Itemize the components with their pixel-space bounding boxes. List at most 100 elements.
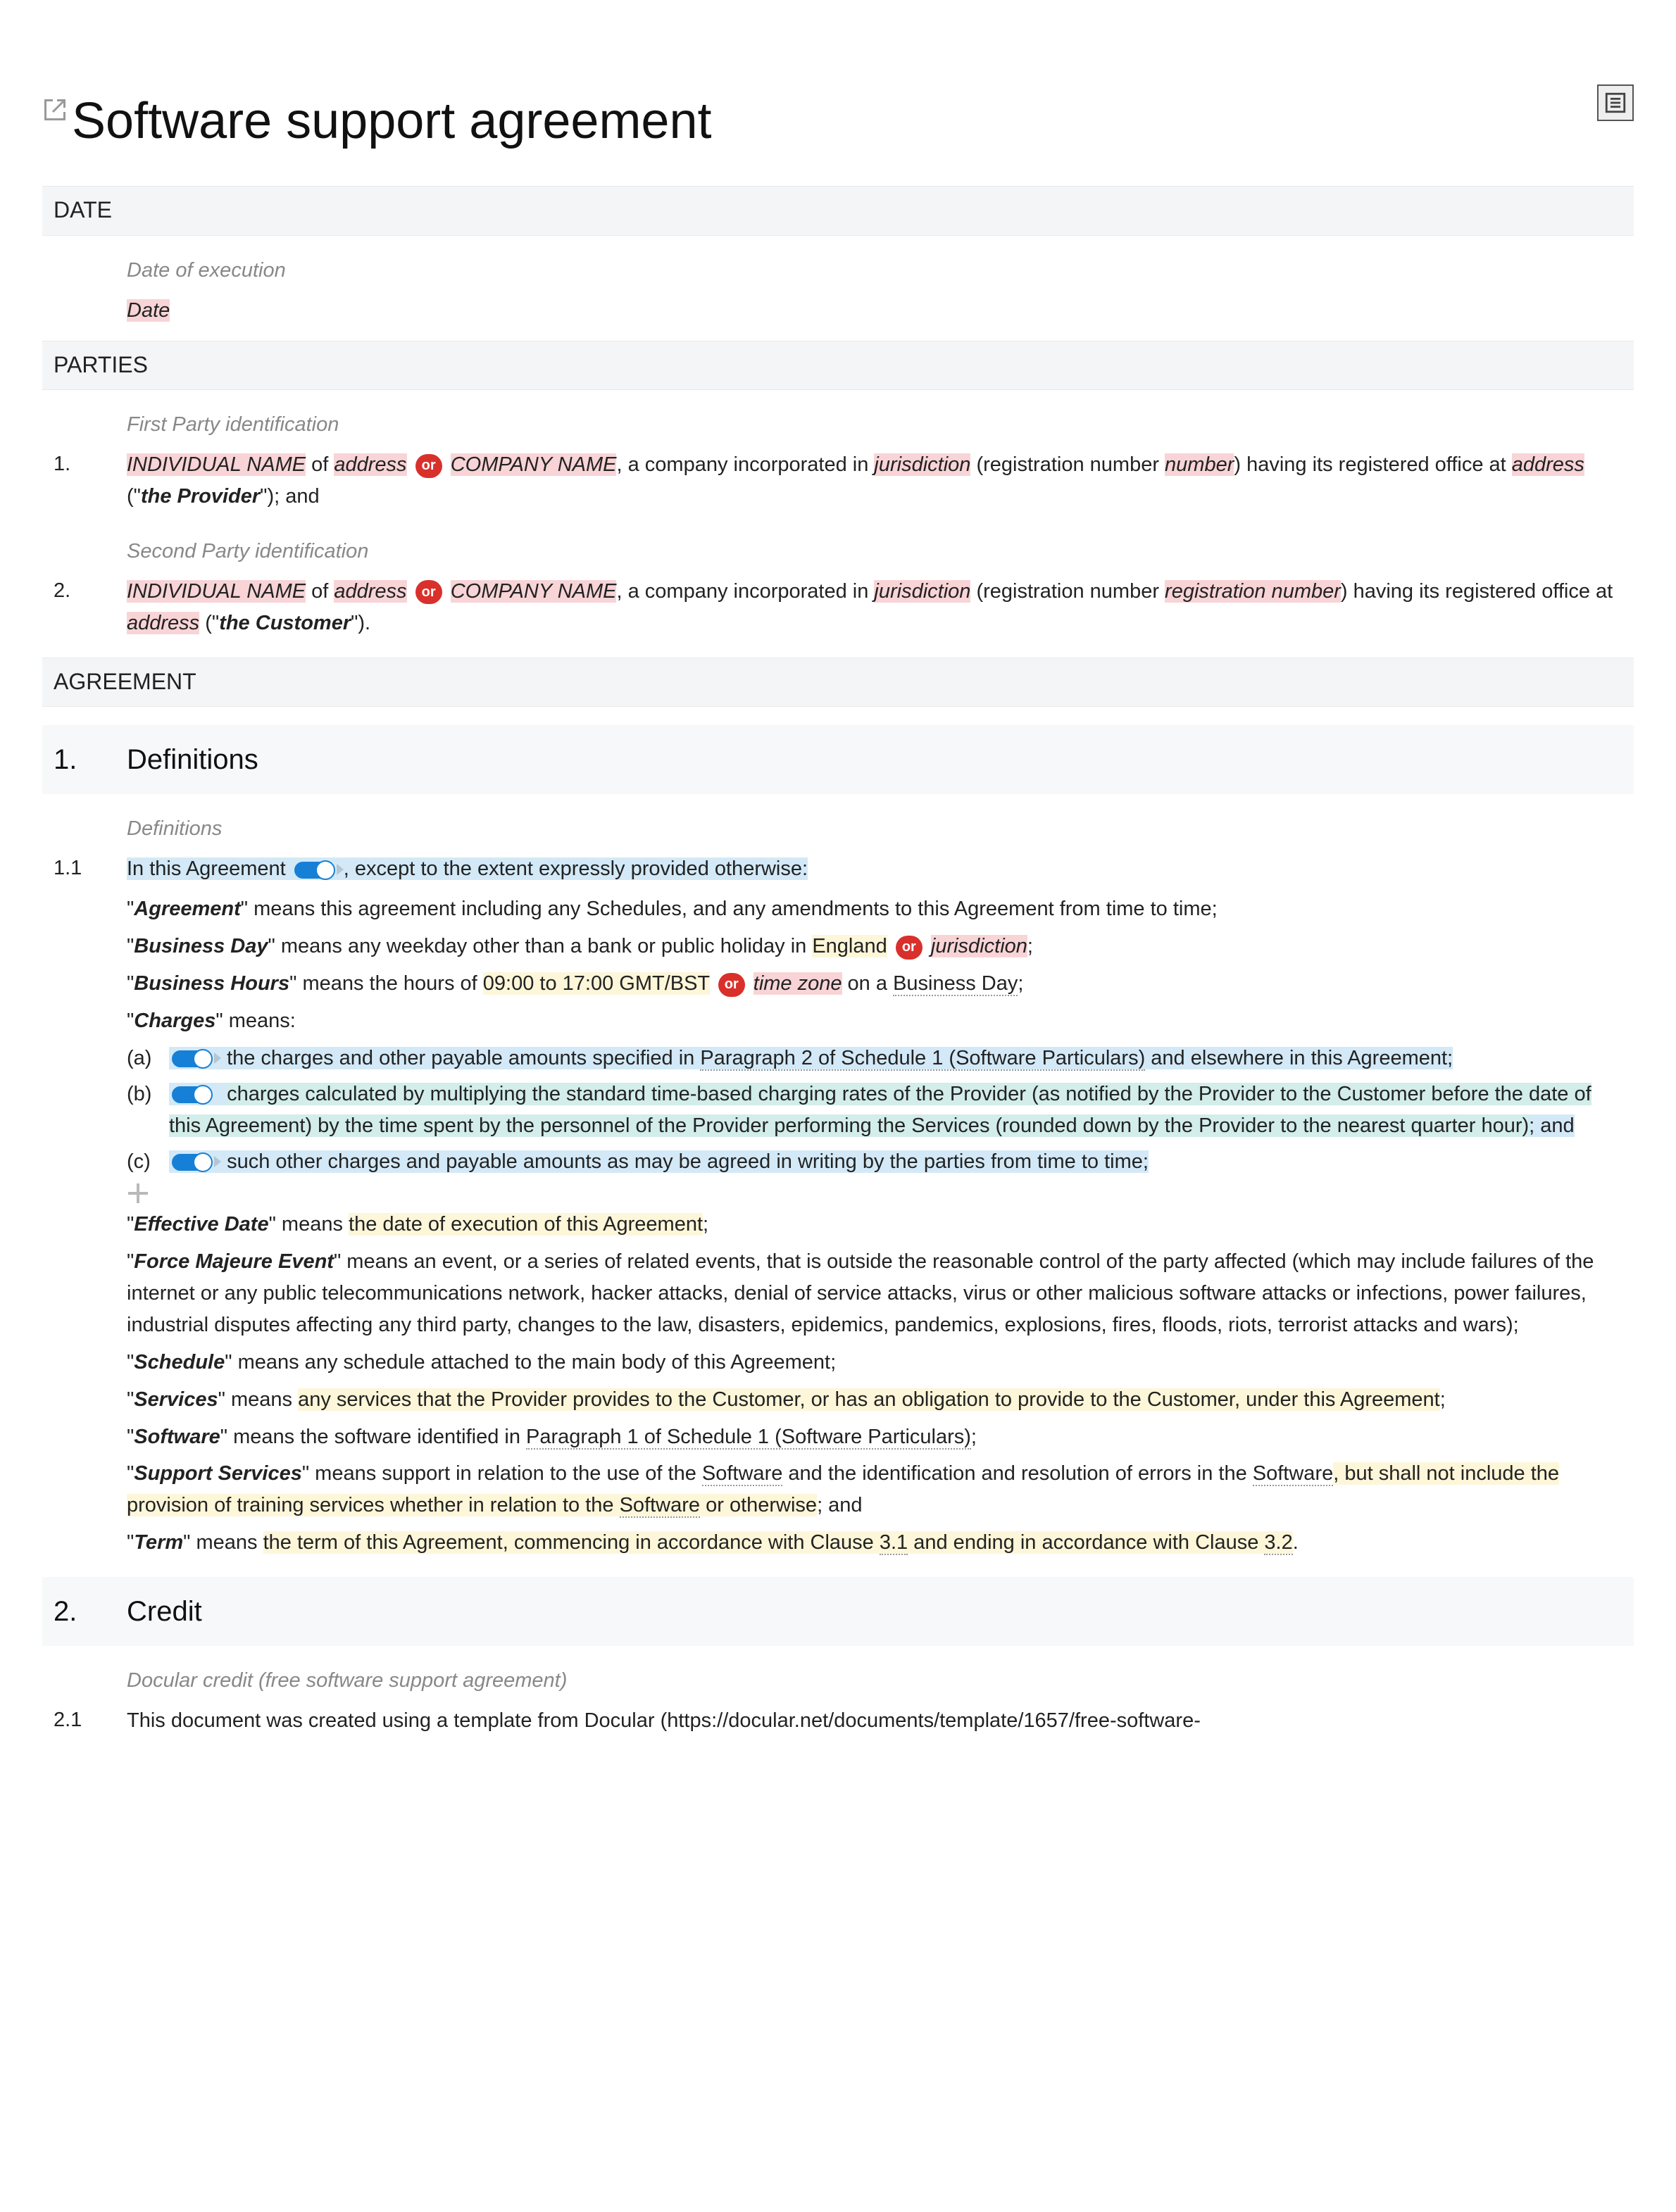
- section-title-credit: Credit: [127, 1591, 202, 1632]
- clause-intro-pre: In this Agreement , except to the extent…: [127, 857, 808, 880]
- party-body: INDIVIDUAL NAME of address or COMPANY NA…: [127, 449, 1622, 513]
- or-pill[interactable]: or: [896, 936, 923, 960]
- definition-business-hours: "Business Hours" means the hours of 09:0…: [127, 968, 1622, 1000]
- clause-number: 1.1: [54, 853, 127, 885]
- term-business-day: Business Day: [134, 935, 268, 957]
- external-link-icon: [42, 97, 68, 122]
- definition-schedule: "Schedule" means any schedule attached t…: [127, 1347, 1622, 1378]
- xref-software[interactable]: Software: [1253, 1462, 1333, 1486]
- list-letter: (c): [127, 1146, 169, 1178]
- document-title: Software support agreement: [72, 84, 712, 158]
- definition-effective-date: "Effective Date" means the date of execu…: [127, 1209, 1622, 1240]
- toggle-switch[interactable]: [172, 1084, 218, 1105]
- or-pill[interactable]: or: [415, 580, 442, 604]
- term-business-hours: Business Hours: [134, 972, 289, 995]
- xref-software[interactable]: Software: [702, 1462, 782, 1486]
- party-number: 1.: [54, 449, 127, 513]
- add-item-icon[interactable]: [127, 1182, 149, 1205]
- term-support-services: Support Services: [134, 1462, 302, 1485]
- date-placeholder[interactable]: Date: [127, 299, 170, 322]
- or-pill[interactable]: or: [415, 454, 442, 478]
- company-name-placeholder[interactable]: COMPANY NAME: [451, 580, 617, 603]
- company-name-placeholder[interactable]: COMPANY NAME: [451, 453, 617, 476]
- address-placeholder[interactable]: address: [334, 580, 406, 603]
- definition-software: "Software" means the software identified…: [127, 1421, 1622, 1453]
- chevron-right-icon: [214, 1052, 221, 1064]
- or-pill[interactable]: or: [718, 973, 745, 997]
- definition-business-day: "Business Day" means any weekday other t…: [127, 931, 1622, 962]
- section-number: 2.: [54, 1591, 127, 1632]
- timezone-placeholder[interactable]: time zone: [753, 972, 842, 995]
- term-software: Software: [134, 1426, 220, 1448]
- definition-services: "Services" means any services that the P…: [127, 1384, 1622, 1416]
- term-schedule: Schedule: [134, 1351, 225, 1374]
- jurisdiction-placeholder[interactable]: jurisdiction: [874, 453, 970, 476]
- number-placeholder[interactable]: number: [1165, 453, 1234, 476]
- individual-name-placeholder[interactable]: INDIVIDUAL NAME: [127, 453, 306, 476]
- charges-item-a: (a) the charges and other payable amount…: [127, 1043, 1622, 1074]
- xref-schedule1-p1[interactable]: Paragraph 1 of Schedule 1 (Software Part…: [526, 1426, 971, 1450]
- outline-icon[interactable]: [1597, 84, 1634, 121]
- xref-clause-3-1[interactable]: 3.1: [880, 1531, 908, 1555]
- party-number: 2.: [54, 576, 127, 639]
- address-placeholder[interactable]: address: [127, 612, 199, 634]
- charges-item-c: (c) such other charges and payable amoun…: [127, 1146, 1622, 1178]
- term-agreement: Agreement: [134, 898, 241, 920]
- address-placeholder[interactable]: address: [334, 453, 406, 476]
- section-title-definitions: Definitions: [127, 739, 258, 780]
- role-customer: the Customer: [219, 612, 351, 634]
- address-placeholder[interactable]: address: [1512, 453, 1584, 476]
- xref-schedule1-p2[interactable]: Paragraph 2 of Schedule 1 (Software Part…: [700, 1047, 1145, 1071]
- clause-body: In this Agreement , except to the extent…: [127, 853, 1622, 885]
- definition-support-services: "Support Services" means support in rela…: [127, 1458, 1622, 1521]
- list-letter: (b): [127, 1079, 169, 1142]
- hint-credit: Docular credit (free software support ag…: [42, 1646, 1634, 1701]
- chevron-right-icon: [214, 1156, 221, 1167]
- hint-date: Date of execution: [42, 236, 1634, 291]
- jurisdiction-placeholder[interactable]: jurisdiction: [874, 580, 970, 603]
- charges-b-body: charges calculated by multiplying the st…: [169, 1083, 1591, 1137]
- term-charges: Charges: [134, 1010, 215, 1032]
- definition-charges-lead: "Charges" means:: [127, 1005, 1622, 1037]
- toggle-switch[interactable]: [172, 1152, 218, 1173]
- date-value-row: Date: [127, 295, 1622, 327]
- hint-first-party: First Party identification: [42, 390, 1634, 445]
- section-number: 1.: [54, 739, 127, 780]
- numbered-section-row: 1. Definitions: [42, 725, 1634, 794]
- hours-option[interactable]: 09:00 to 17:00 GMT/BST: [483, 972, 710, 995]
- term-force-majeure: Force Majeure Event: [134, 1250, 334, 1273]
- toggle-switch[interactable]: [172, 1048, 218, 1069]
- xref-business-day[interactable]: Business Day: [893, 972, 1018, 996]
- section-heading-date: DATE: [42, 186, 1634, 235]
- term-services: Services: [134, 1388, 218, 1411]
- toggle-switch[interactable]: [294, 860, 341, 881]
- clause-number: 2.1: [54, 1705, 127, 1737]
- section-heading-agreement: AGREEMENT: [42, 658, 1634, 707]
- xref-clause-3-2[interactable]: 3.2: [1264, 1531, 1292, 1555]
- party-row: 1. INDIVIDUAL NAME of address or COMPANY…: [42, 445, 1634, 517]
- term-term: Term: [134, 1531, 183, 1554]
- hint-definitions: Definitions: [42, 794, 1634, 849]
- section-heading-parties: PARTIES: [42, 341, 1634, 390]
- clause-body: This document was created using a templa…: [127, 1705, 1622, 1737]
- jurisdiction-placeholder[interactable]: jurisdiction: [931, 935, 1027, 957]
- title-row: Software support agreement: [42, 84, 1634, 158]
- role-provider: the Provider: [141, 485, 260, 508]
- england-option[interactable]: England: [812, 935, 887, 957]
- term-effective-date: Effective Date: [134, 1213, 268, 1236]
- xref-software[interactable]: Software: [620, 1494, 700, 1518]
- party-row: 2. INDIVIDUAL NAME of address or COMPANY…: [42, 572, 1634, 643]
- list-letter: (a): [127, 1043, 169, 1074]
- definition-term: "Term" means the term of this Agreement,…: [127, 1527, 1622, 1559]
- numbered-section-row: 2. Credit: [42, 1577, 1634, 1646]
- charges-item-b: (b) charges calculated by multiplying th…: [127, 1079, 1622, 1142]
- individual-name-placeholder[interactable]: INDIVIDUAL NAME: [127, 580, 306, 603]
- party-body: INDIVIDUAL NAME of address or COMPANY NA…: [127, 576, 1622, 639]
- registration-number-placeholder[interactable]: registration number: [1165, 580, 1341, 603]
- clause-row: 2.1 This document was created using a te…: [42, 1701, 1634, 1741]
- definition-force-majeure: "Force Majeure Event" means an event, or…: [127, 1246, 1622, 1341]
- definition-agreement: "Agreement" means this agreement includi…: [127, 893, 1622, 925]
- chevron-right-icon: [337, 864, 344, 875]
- hint-second-party: Second Party identification: [42, 517, 1634, 572]
- clause-row: 1.1 In this Agreement , except to the ex…: [42, 849, 1634, 889]
